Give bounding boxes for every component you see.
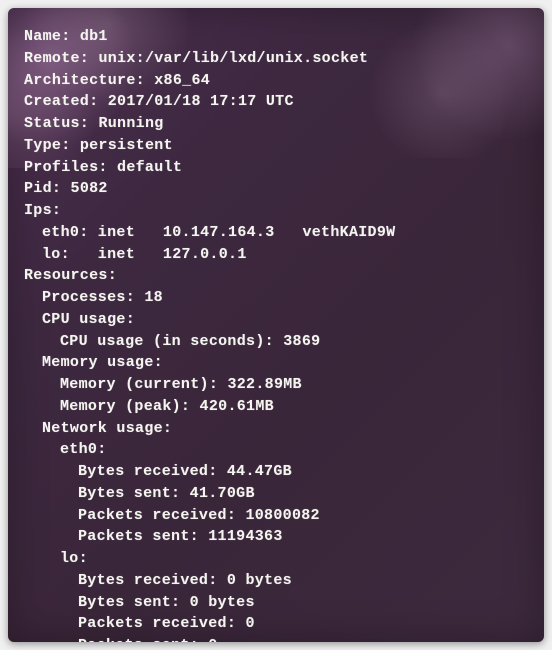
resources-processes: Processes: 18	[24, 287, 528, 309]
name-label: Name:	[24, 28, 71, 45]
bytes-sent-label: Bytes sent:	[78, 594, 180, 611]
cpu-header: CPU usage:	[24, 309, 528, 331]
net-eth0-bytes-recv: Bytes received: 44.47GB	[24, 461, 528, 483]
cpu-seconds-label: CPU usage (in seconds):	[60, 333, 274, 350]
net-header: Network usage:	[24, 418, 528, 440]
remote-label: Remote:	[24, 50, 89, 67]
arch-label: Architecture:	[24, 72, 145, 89]
bytes-sent-value: 0 bytes	[190, 594, 255, 611]
mem-current: Memory (current): 322.89MB	[24, 374, 528, 396]
status-value: Running	[98, 115, 163, 132]
net-eth0-pkts-recv: Packets received: 10800082	[24, 505, 528, 527]
pkts-recv-value: 10800082	[245, 507, 319, 524]
name-value: db1	[80, 28, 108, 45]
mem-header: Memory usage:	[24, 352, 528, 374]
terminal-output: Name: db1 Remote: unix:/var/lib/lxd/unix…	[8, 8, 544, 642]
pkts-recv-label: Packets received:	[78, 615, 236, 632]
ips-eth0: eth0: inet 10.147.164.3 vethKAID9W	[24, 222, 528, 244]
info-name: Name: db1	[24, 26, 528, 48]
net-lo-header: lo:	[24, 548, 528, 570]
profiles-value: default	[117, 159, 182, 176]
arch-value: x86_64	[154, 72, 210, 89]
net-lo-pkts-sent: Packets sent: 0	[24, 635, 528, 642]
info-architecture: Architecture: x86_64	[24, 70, 528, 92]
net-eth0-bytes-sent: Bytes sent: 41.70GB	[24, 483, 528, 505]
pkts-recv-label: Packets received:	[78, 507, 236, 524]
net-eth0-header: eth0:	[24, 439, 528, 461]
mem-peak: Memory (peak): 420.61MB	[24, 396, 528, 418]
net-eth0-pkts-sent: Packets sent: 11194363	[24, 526, 528, 548]
net-lo-pkts-recv: Packets received: 0	[24, 613, 528, 635]
resources-header: Resources:	[24, 265, 528, 287]
info-profiles: Profiles: default	[24, 157, 528, 179]
cpu-seconds: CPU usage (in seconds): 3869	[24, 331, 528, 353]
status-label: Status:	[24, 115, 89, 132]
remote-value: unix:/var/lib/lxd/unix.socket	[98, 50, 368, 67]
pkts-sent-value: 0	[208, 637, 217, 642]
net-lo-bytes-recv: Bytes received: 0 bytes	[24, 570, 528, 592]
pid-label: Pid:	[24, 180, 61, 197]
pkts-sent-label: Packets sent:	[78, 637, 199, 642]
ips-header: Ips:	[24, 200, 528, 222]
mem-current-label: Memory (current):	[60, 376, 218, 393]
bytes-recv-label: Bytes received:	[78, 463, 218, 480]
pkts-recv-value: 0	[245, 615, 254, 632]
pid-value: 5082	[71, 180, 108, 197]
info-created: Created: 2017/01/18 17:17 UTC	[24, 91, 528, 113]
info-type: Type: persistent	[24, 135, 528, 157]
mem-peak-label: Memory (peak):	[60, 398, 190, 415]
ips-lo: lo: inet 127.0.0.1	[24, 244, 528, 266]
bytes-recv-value: 0 bytes	[227, 572, 292, 589]
cpu-seconds-value: 3869	[283, 333, 320, 350]
created-value: 2017/01/18 17:17 UTC	[108, 93, 294, 110]
info-remote: Remote: unix:/var/lib/lxd/unix.socket	[24, 48, 528, 70]
info-pid: Pid: 5082	[24, 178, 528, 200]
created-label: Created:	[24, 93, 98, 110]
info-status: Status: Running	[24, 113, 528, 135]
profiles-label: Profiles:	[24, 159, 108, 176]
bytes-sent-value: 41.70GB	[190, 485, 255, 502]
type-label: Type:	[24, 137, 71, 154]
type-value: persistent	[80, 137, 173, 154]
processes-value: 18	[144, 289, 163, 306]
bytes-recv-label: Bytes received:	[78, 572, 218, 589]
mem-current-value: 322.89MB	[227, 376, 301, 393]
mem-peak-value: 420.61MB	[200, 398, 274, 415]
processes-label: Processes:	[42, 289, 135, 306]
bytes-sent-label: Bytes sent:	[78, 485, 180, 502]
net-lo-bytes-sent: Bytes sent: 0 bytes	[24, 592, 528, 614]
pkts-sent-value: 11194363	[208, 528, 282, 545]
pkts-sent-label: Packets sent:	[78, 528, 199, 545]
bytes-recv-value: 44.47GB	[227, 463, 292, 480]
